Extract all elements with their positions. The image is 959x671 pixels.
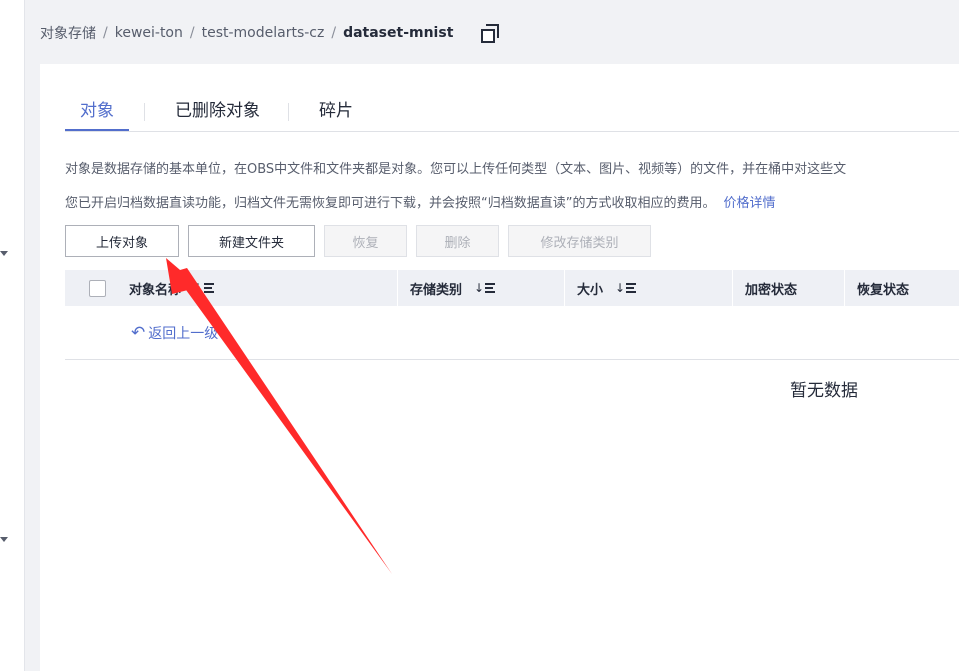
caret-down-icon[interactable] [0,537,8,542]
tab-objects[interactable]: 对象 [65,94,129,131]
column-label: 存储类别 [410,282,463,298]
column-header-size[interactable]: 大小 ↓ [564,270,732,306]
back-to-parent-link[interactable]: ↶ 返回上一级 [131,323,218,343]
caret-down-icon[interactable] [0,251,8,256]
back-link-label: 返回上一级 [148,325,219,342]
column-header-name[interactable]: 对象名称 ↓ [129,270,397,306]
sort-icon[interactable]: ↓ [474,281,496,295]
column-label: 大小 [577,282,604,298]
empty-state-text: 暂无数据 [790,381,858,401]
select-all-cell [65,270,129,306]
column-header-encryption: 加密状态 [732,270,844,306]
column-label: 恢复状态 [857,282,910,298]
back-row: ↶ 返回上一级 [65,306,959,360]
archive-notice: 您已开启归档数据直读功能，归档文件无需恢复即可进行下载，并会按照“归档数据直读”… [65,192,776,211]
copy-icon[interactable] [481,24,500,43]
delete-button[interactable]: 删除 [416,225,499,257]
sort-icon[interactable]: ↓ [193,281,215,295]
tab-divider [144,103,145,121]
sort-icon[interactable]: ↓ [615,281,637,295]
select-all-checkbox[interactable] [88,279,106,297]
price-details-link[interactable]: 价格详情 [723,196,775,211]
tab-bar: 对象 已删除对象 碎片 [65,94,959,132]
breadcrumb: 对象存储 / kewei-ton / test-modelarts-cz / d… [40,22,500,44]
back-arrow-icon: ↶ [131,322,146,343]
breadcrumb-item-object-storage[interactable]: 对象存储 [40,23,96,43]
column-header-restore-status: 恢复状态 [844,270,959,306]
breadcrumb-item-bucket[interactable]: test-modelarts-cz [202,25,325,41]
table-header: 对象名称 ↓ 存储类别 ↓ 大小 ↓ 加密状态 恢复状态 [65,270,959,306]
column-label: 加密状态 [745,282,798,298]
tab-divider [288,103,289,121]
archive-notice-text: 您已开启归档数据直读功能，归档文件无需恢复即可进行下载，并会按照“归档数据直读”… [65,196,716,211]
breadcrumb-separator: / [103,25,108,41]
column-label: 对象名称 [129,282,182,298]
breadcrumb-separator: / [189,25,195,41]
breadcrumb-current: dataset-mnist [343,25,454,41]
new-folder-button[interactable]: 新建文件夹 [188,225,315,257]
description-text: 对象是数据存储的基本单位，在OBS中文件和文件夹都是对象。您可以上传任何类型（文… [65,162,847,177]
breadcrumb-separator: / [331,25,337,41]
tab-fragments[interactable]: 碎片 [319,94,353,129]
breadcrumb-item-account[interactable]: kewei-ton [115,25,183,41]
upload-object-button[interactable]: 上传对象 [65,225,179,257]
modify-storage-class-button[interactable]: 修改存储类别 [508,225,651,257]
left-navigation [0,0,25,671]
tab-deleted-objects[interactable]: 已删除对象 [175,94,260,129]
main-panel: 对象 已删除对象 碎片 对象是数据存储的基本单位，在OBS中文件和文件夹都是对象… [40,64,959,671]
column-header-storage-class[interactable]: 存储类别 ↓ [397,270,564,306]
toolbar: 上传对象 新建文件夹 恢复 删除 修改存储类别 [65,225,651,257]
restore-button[interactable]: 恢复 [324,225,407,257]
